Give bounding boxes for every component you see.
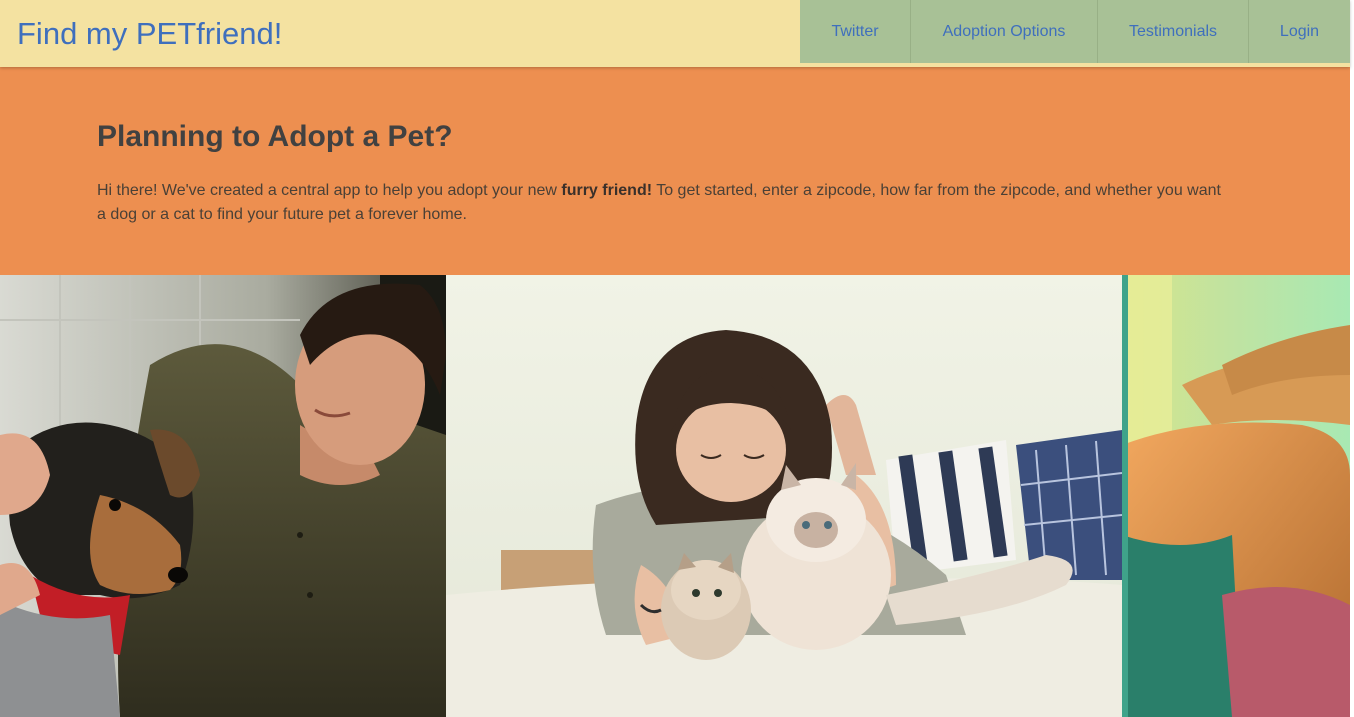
- nav-item-twitter[interactable]: Twitter: [800, 0, 911, 63]
- hero-description: Hi there! We've created a central app to…: [97, 179, 1227, 227]
- navbar: Find my PETfriend! Twitter Adoption Opti…: [0, 0, 1350, 67]
- hero-section: Planning to Adopt a Pet? Hi there! We've…: [0, 67, 1350, 275]
- brand-link[interactable]: Find my PETfriend!: [17, 14, 282, 54]
- nav-menu: Twitter Adoption Options Testimonials Lo…: [800, 0, 1350, 63]
- page-right-edge: [1350, 0, 1354, 717]
- hero-text-emphasis: furry friend!: [561, 182, 653, 199]
- photo-colorful-partial: [1122, 275, 1350, 717]
- hero-title: Planning to Adopt a Pet?: [97, 120, 453, 153]
- nav-item-login[interactable]: Login: [1249, 0, 1350, 63]
- photo-woman-with-cats: [446, 275, 1122, 717]
- photo-man-with-dog: [0, 275, 446, 717]
- nav-item-testimonials[interactable]: Testimonials: [1098, 0, 1249, 63]
- photo-strip: [0, 275, 1350, 717]
- hero-text-intro: Hi there! We've created a central app to…: [97, 182, 562, 199]
- nav-item-adoption-options[interactable]: Adoption Options: [911, 0, 1098, 63]
